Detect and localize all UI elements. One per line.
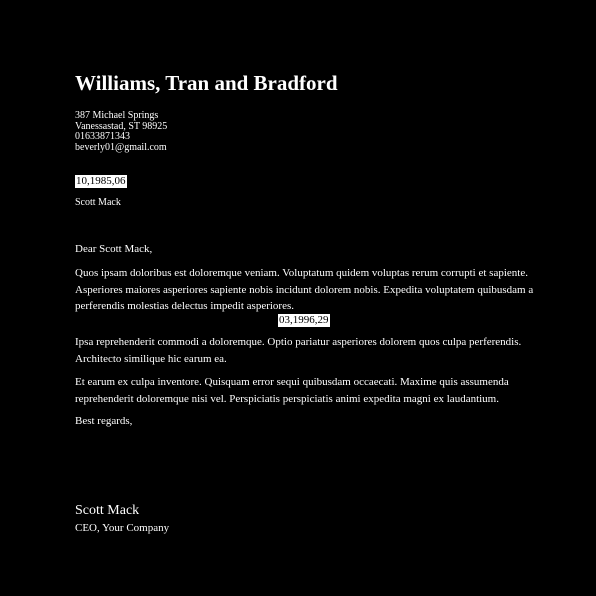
address-street: 387 Michael Springs bbox=[75, 110, 159, 121]
letter-date-highlighted: 10,1985,06 bbox=[75, 175, 127, 188]
body-paragraph-3: Et earum ex culpa inventore. Quisquam er… bbox=[75, 376, 509, 405]
closing: Best regards, bbox=[75, 415, 133, 427]
salutation: Dear Scott Mack, bbox=[75, 243, 153, 255]
signature-title: CEO, Your Company bbox=[75, 522, 170, 534]
sender-address-block: 387 Michael Springs Vanessastad, ST 9892… bbox=[75, 110, 167, 153]
signature-name: Scott Mack bbox=[75, 503, 140, 518]
body-paragraph-2: Ipsa reprehenderit commodi a doloremque.… bbox=[75, 336, 522, 365]
body-paragraph-1: Quos ipsam doloribus est doloremque veni… bbox=[75, 267, 534, 312]
inline-date-highlighted: 03,1996,29 bbox=[278, 314, 330, 327]
company-name: Williams, Tran and Bradford bbox=[75, 71, 338, 95]
address-phone: 01633871343 bbox=[75, 131, 130, 142]
address-email: beverly01@gmail.com bbox=[75, 141, 167, 153]
recipient-name: Scott Mack bbox=[75, 197, 121, 208]
